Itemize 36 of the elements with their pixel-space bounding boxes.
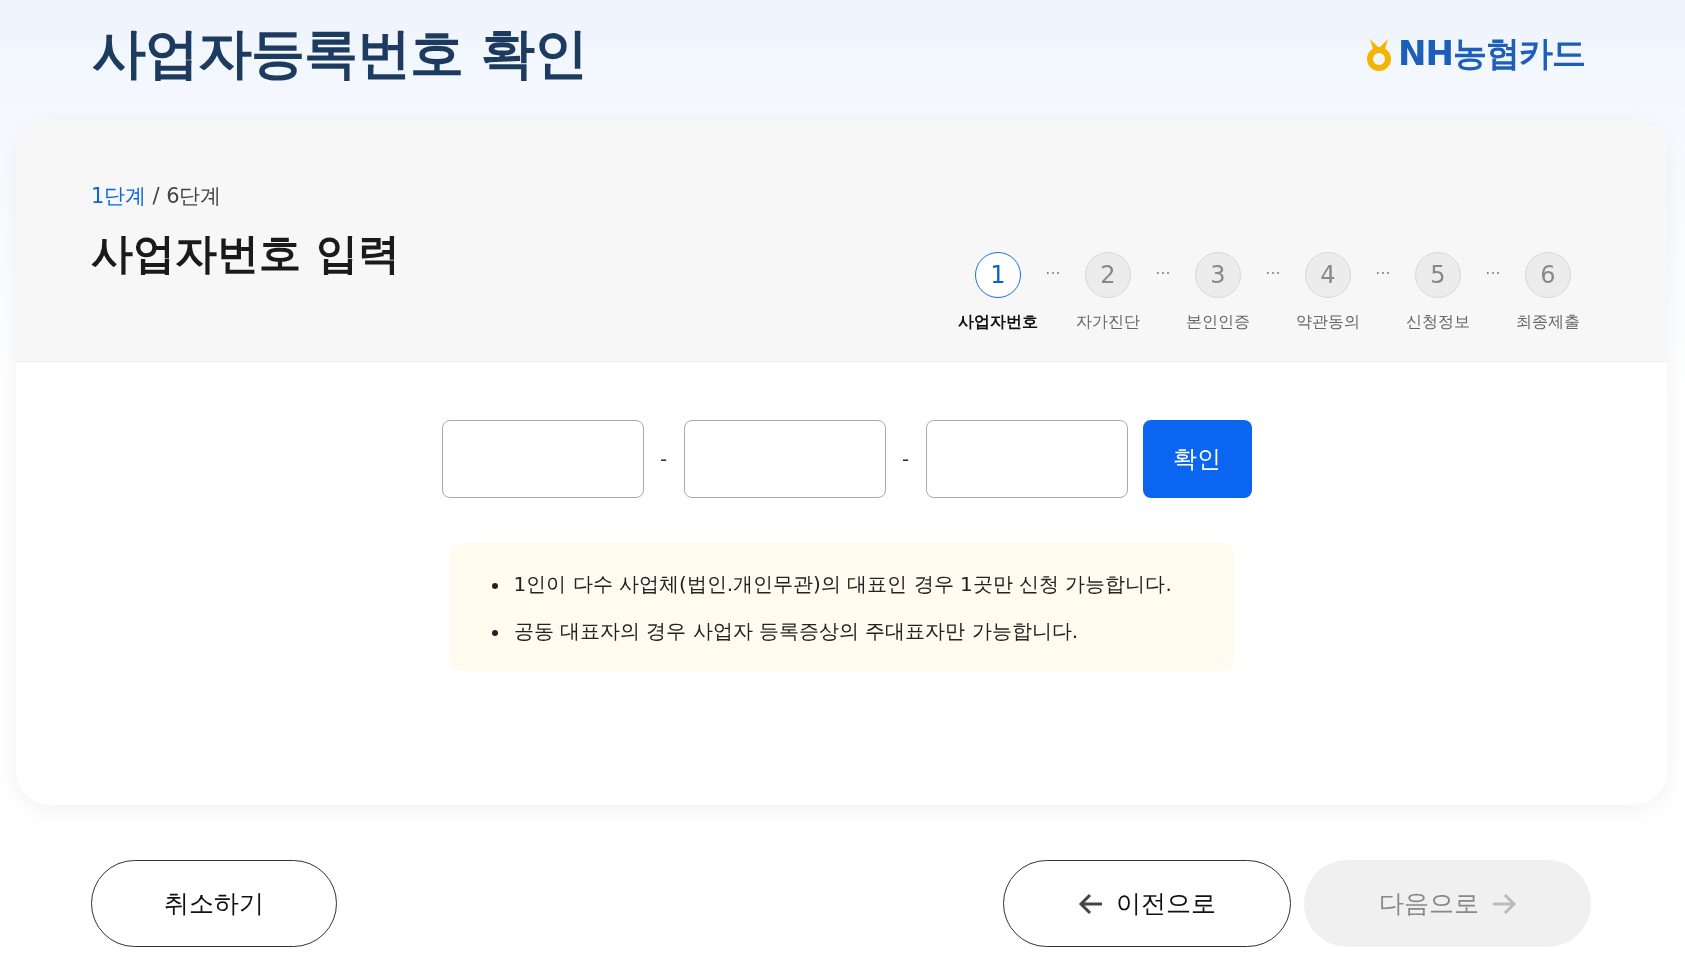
current-step: 1단계 (91, 182, 147, 210)
step-label: 본인인증 (1186, 312, 1250, 333)
step-separator: ··· (1264, 264, 1282, 283)
input-field[interactable] (441, 420, 644, 498)
notice-text: 1인이 다수 사업체(법인.개인무관)의 대표인 경우 1곳만 신청 가능합니다. (513, 571, 1172, 598)
step-label: 자가진단 (1076, 312, 1140, 333)
previous-button[interactable]: 이전으로 (1003, 860, 1291, 947)
page-title: 사업자등록번호 확인 (92, 20, 587, 87)
step-separator: ··· (1154, 264, 1172, 283)
arrow-left-icon (1078, 892, 1104, 915)
section-heading: 사업자번호 입력 (91, 228, 400, 280)
arrow-right-icon (1490, 892, 1517, 915)
bullet-icon (491, 630, 498, 636)
step-circle: 2 (1085, 252, 1131, 298)
logo-text: NH농협카드 (1398, 32, 1585, 75)
step-circle: 3 (1195, 252, 1241, 298)
step-label: 사업자번호 (958, 312, 1038, 333)
input-field[interactable] (683, 420, 886, 498)
step-circle: 1 (975, 252, 1021, 298)
step-circle: 6 (1525, 252, 1571, 298)
step-label: 최종제출 (1516, 312, 1580, 333)
dash: - (900, 447, 911, 471)
confirm-button[interactable]: 확인 (1142, 420, 1252, 498)
input-field[interactable] (925, 420, 1128, 498)
cancel-button[interactable]: 취소하기 (91, 860, 337, 947)
bullet-icon (491, 583, 498, 589)
notice-text: 공동 대표자의 경우 사업자 등록증상의 주대표자만 가능합니다. (513, 618, 1078, 645)
step-circle: 5 (1415, 252, 1461, 298)
step-label: 약관동의 (1296, 312, 1360, 333)
total-steps: / 6단계 (152, 182, 222, 210)
step-separator: ··· (1484, 264, 1502, 283)
step-circle: 4 (1305, 252, 1351, 298)
step-label: 신청정보 (1406, 312, 1470, 333)
step-separator: ··· (1044, 264, 1062, 283)
dash: - (658, 447, 669, 471)
step-separator: ··· (1374, 264, 1392, 283)
